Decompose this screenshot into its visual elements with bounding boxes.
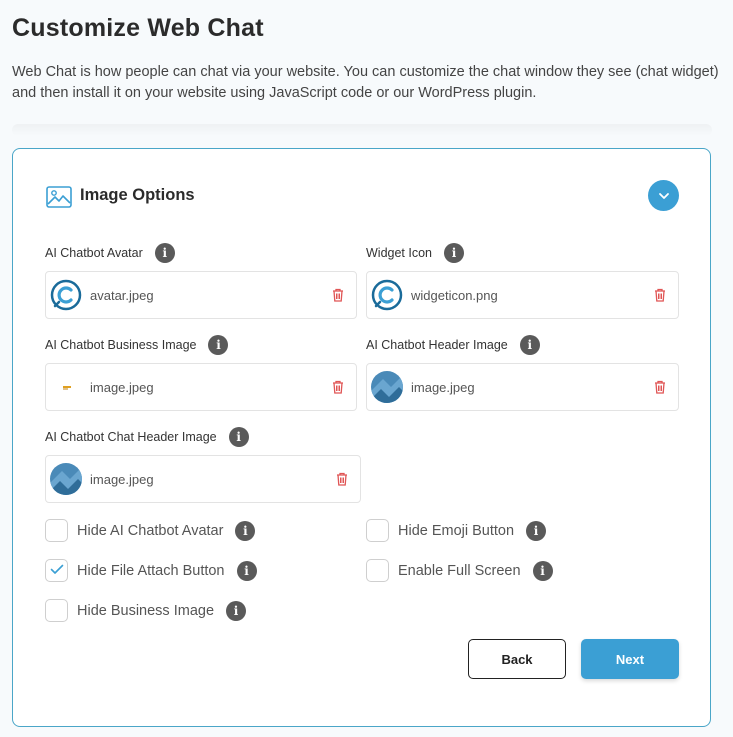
widget-icon-upload[interactable]: widgeticon.png xyxy=(366,271,679,319)
field-label-text: AI Chatbot Avatar xyxy=(45,246,143,260)
info-icon[interactable]: i xyxy=(236,560,257,581)
field-label-text: AI Chatbot Business Image xyxy=(45,338,197,352)
field-label-chat-header-image: AI Chatbot Chat Header Image i xyxy=(45,427,249,447)
field-label-text: AI Chatbot Header Image xyxy=(366,338,508,352)
business-image-upload[interactable]: image.jpeg xyxy=(45,363,357,411)
option-hide-business-image: Hide Business Image i xyxy=(45,599,247,622)
image-icon xyxy=(46,186,72,208)
chat-header-image-upload[interactable]: image.jpeg xyxy=(45,455,361,503)
option-label: Enable Full Screen xyxy=(398,562,521,579)
info-icon[interactable]: i xyxy=(228,427,249,447)
file-name: widgeticon.png xyxy=(411,287,498,303)
option-label: Hide Emoji Button xyxy=(398,522,515,539)
info-icon[interactable]: i xyxy=(226,600,247,621)
option-label: Hide Business Image xyxy=(77,602,215,619)
field-label-avatar: AI Chatbot Avatar i xyxy=(45,243,175,263)
info-icon[interactable]: i xyxy=(519,335,540,355)
checkbox-hide-file-attach[interactable] xyxy=(45,559,68,582)
header-image-upload[interactable]: image.jpeg xyxy=(366,363,679,411)
field-label-business-image: AI Chatbot Business Image i xyxy=(45,335,229,355)
trash-icon[interactable] xyxy=(330,287,346,303)
checkbox-hide-avatar[interactable] xyxy=(45,519,68,542)
chatbot-logo-icon xyxy=(50,279,82,311)
trash-icon[interactable] xyxy=(334,471,350,487)
option-hide-file-attach: Hide File Attach Button i xyxy=(45,559,257,582)
option-hide-emoji: Hide Emoji Button i xyxy=(366,519,547,542)
field-label-text: Widget Icon xyxy=(366,246,433,260)
option-full-screen: Enable Full Screen i xyxy=(366,559,553,582)
trash-icon[interactable] xyxy=(652,287,668,303)
page-title: Customize Web Chat xyxy=(12,14,264,42)
field-label-header-image: AI Chatbot Header Image i xyxy=(366,335,540,355)
checkbox-hide-emoji[interactable] xyxy=(366,519,389,542)
photo-thumbnail-icon xyxy=(50,463,82,495)
chevron-down-icon xyxy=(658,188,670,203)
page-description: Web Chat is how people can chat via your… xyxy=(12,64,719,101)
back-button[interactable]: Back xyxy=(468,639,566,679)
file-name: image.jpeg xyxy=(90,471,154,487)
option-label: Hide AI Chatbot Avatar xyxy=(77,522,224,539)
info-icon[interactable]: i xyxy=(444,243,465,263)
image-options-card: Image Options AI Chatbot Avatar i avatar… xyxy=(12,148,711,727)
chatbot-logo-icon xyxy=(371,279,403,311)
avatar-upload[interactable]: avatar.jpeg xyxy=(45,271,357,319)
trash-icon[interactable] xyxy=(330,379,346,395)
field-label-widget-icon: Widget Icon i xyxy=(366,243,465,263)
option-label: Hide File Attach Button xyxy=(77,562,225,579)
field-label-text: AI Chatbot Chat Header Image xyxy=(45,430,217,444)
file-name: image.jpeg xyxy=(411,379,475,395)
next-button[interactable]: Next xyxy=(581,639,679,679)
checkmark-icon xyxy=(50,563,64,579)
info-icon[interactable]: i xyxy=(208,335,229,355)
photo-thumbnail-icon xyxy=(371,371,403,403)
business-logo-icon xyxy=(50,371,82,403)
file-name: avatar.jpeg xyxy=(90,287,154,303)
info-icon[interactable]: i xyxy=(235,520,256,541)
info-icon[interactable]: i xyxy=(532,560,553,581)
header-divider xyxy=(12,124,712,136)
option-hide-avatar: Hide AI Chatbot Avatar i xyxy=(45,519,256,542)
info-icon[interactable]: i xyxy=(154,243,175,263)
info-icon[interactable]: i xyxy=(526,520,547,541)
file-name: image.jpeg xyxy=(90,379,154,395)
card-title: Image Options xyxy=(80,186,195,204)
trash-icon[interactable] xyxy=(652,379,668,395)
collapse-button[interactable] xyxy=(648,180,679,211)
checkbox-hide-business-image[interactable] xyxy=(45,599,68,622)
checkbox-full-screen[interactable] xyxy=(366,559,389,582)
